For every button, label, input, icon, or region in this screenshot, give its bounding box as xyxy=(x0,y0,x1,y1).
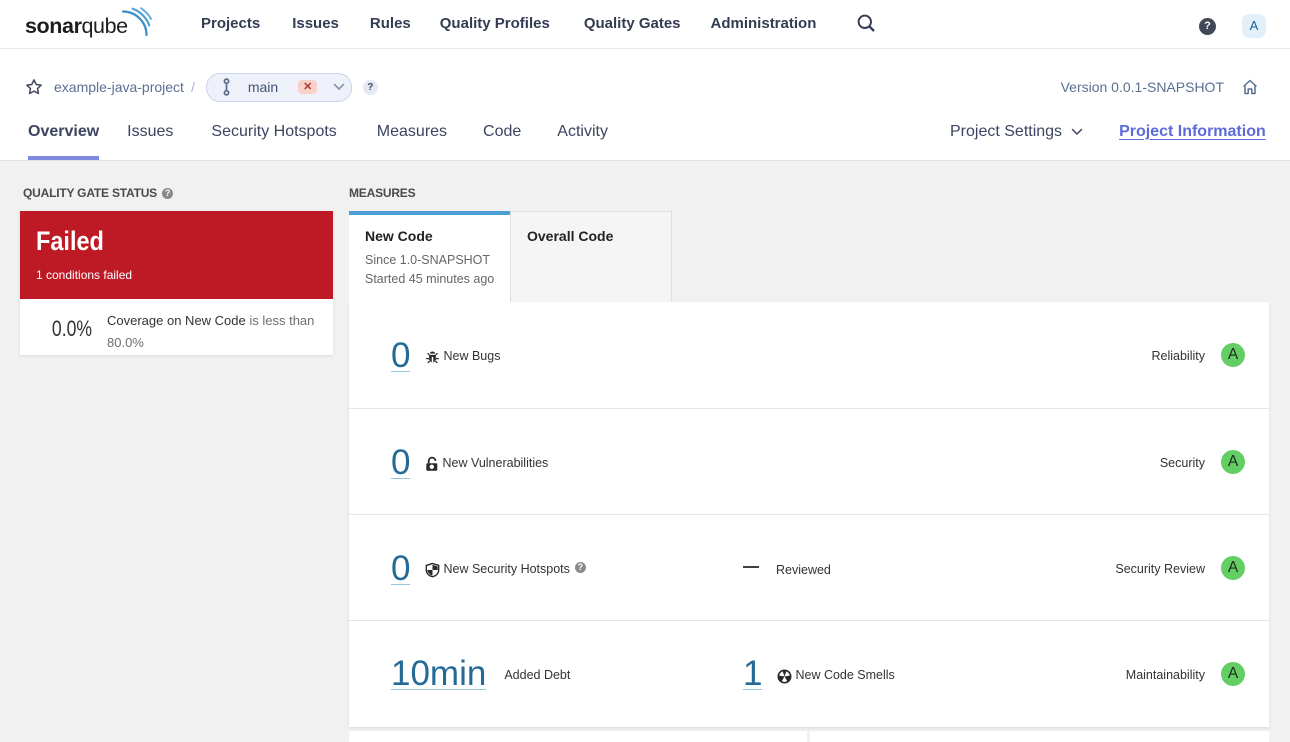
svg-text:sonar: sonar xyxy=(25,14,83,38)
svg-text:qube: qube xyxy=(82,14,128,38)
